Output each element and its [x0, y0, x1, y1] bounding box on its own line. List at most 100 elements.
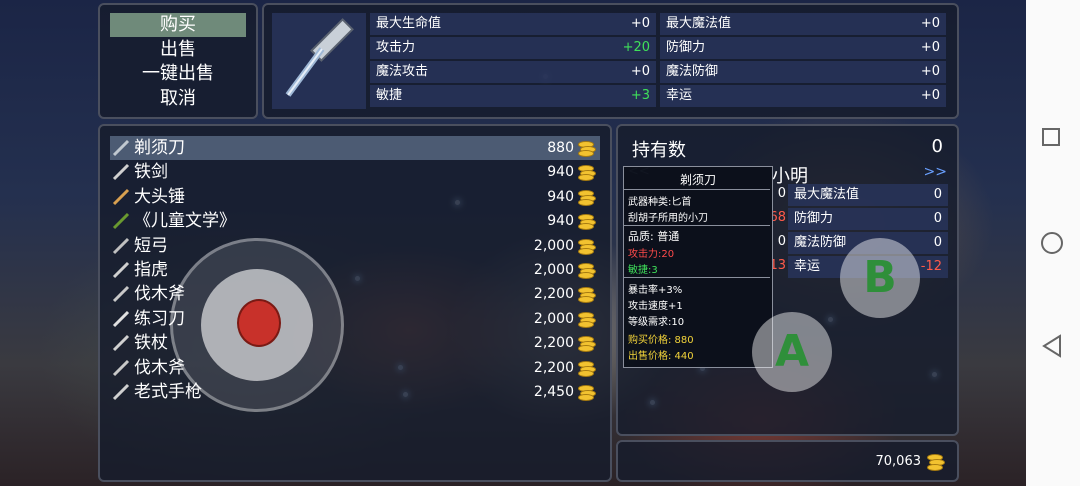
- character-stat-value: 0: [933, 235, 942, 250]
- item-stat-value: +0: [630, 16, 650, 31]
- tooltip-agi: 敏捷:3: [628, 265, 658, 276]
- next-character-button[interactable]: >>: [924, 164, 947, 180]
- gold-coin-icon: [578, 311, 596, 328]
- item-price: 940: [547, 188, 574, 205]
- tooltip-desc: 刮胡子所用的小刀: [628, 213, 708, 224]
- item-tooltip: 剃须刀 武器种类:匕首 刮胡子所用的小刀 品质: 普通 攻击力:20 敏捷:3 …: [623, 166, 773, 368]
- character-stat-label: 幸运: [794, 259, 821, 274]
- back-icon[interactable]: [1041, 334, 1063, 358]
- character-stat-label: 防御力: [794, 211, 834, 226]
- shop-item-row[interactable]: 《儿童文学》 940: [110, 209, 600, 233]
- item-icon: [112, 237, 130, 255]
- action-menu: 购买 出售 一键出售 取消: [98, 3, 258, 119]
- item-name: 铁杖: [134, 333, 168, 354]
- gold-coin-icon: [578, 336, 596, 353]
- item-stat-label: 最大生命值: [376, 16, 442, 31]
- gold-coin-icon: [927, 454, 945, 471]
- item-icon: [112, 163, 130, 181]
- item-stat-label: 最大魔法值: [666, 16, 732, 31]
- item-stat-label: 敏捷: [376, 88, 403, 103]
- item-stat-row: 幸运 +0: [660, 85, 946, 107]
- virtual-joystick[interactable]: [170, 238, 344, 412]
- recent-apps-icon[interactable]: [1042, 128, 1060, 146]
- item-icon: [112, 261, 130, 279]
- item-stat-value: +3: [630, 88, 650, 103]
- item-price: 2,000: [533, 237, 574, 254]
- item-name: 大头锤: [134, 186, 185, 207]
- b-button-label: B: [863, 252, 897, 303]
- system-nav-bar: [1026, 0, 1080, 486]
- character-stat-label: 魔法防御: [794, 235, 847, 250]
- item-icon: [112, 139, 130, 157]
- owned-count: 0: [931, 136, 943, 157]
- joystick-knob[interactable]: [201, 269, 313, 381]
- gold-coin-icon: [578, 287, 596, 304]
- gold-coin-icon: [578, 385, 596, 401]
- item-stat-value: +20: [622, 40, 650, 55]
- item-price: 2,200: [533, 335, 574, 352]
- item-price: 940: [547, 213, 574, 230]
- item-icon: [112, 212, 130, 230]
- item-price: 2,450: [533, 384, 574, 400]
- item-icon: [112, 285, 130, 303]
- item-stat-value: +0: [920, 16, 940, 31]
- item-stat-value: +0: [920, 40, 940, 55]
- gold-coin-icon: [578, 360, 596, 377]
- shop-item-list: 剃须刀 880 铁剑 940 大头锤 940 《儿童文学》 940 短弓 2,000 指虎 2,000…: [98, 124, 612, 482]
- shop-item-row[interactable]: 铁剑 940: [110, 160, 600, 184]
- sell-button[interactable]: 出售: [110, 38, 246, 62]
- item-stat-value: +0: [920, 64, 940, 79]
- item-stats-panel: 最大生命值 +0 最大魔法值 +0 攻击力 +20 防御力 +0 魔法攻击 +0 魔法防御 +0 敏捷 +…: [262, 3, 959, 119]
- item-stat-value: +0: [920, 88, 940, 103]
- item-stat-label: 攻击力: [376, 40, 416, 55]
- gold-coin-icon: [578, 214, 596, 231]
- shop-item-row[interactable]: 大头锤 940: [110, 185, 600, 209]
- cancel-button[interactable]: 取消: [110, 87, 246, 111]
- tooltip-title: 剃须刀: [679, 173, 716, 187]
- a-button[interactable]: A: [752, 312, 832, 392]
- tooltip-sell-price: 出售价格: 440: [628, 351, 694, 362]
- item-stat-row: 魔法攻击 +0: [370, 61, 656, 83]
- gold-coin-icon: [578, 263, 596, 279]
- shop-item-row[interactable]: 老式手枪 2,450: [110, 380, 600, 404]
- shop-item-row[interactable]: 短弓 2,000: [110, 234, 600, 258]
- item-price: 2,200: [533, 359, 574, 376]
- tooltip-speed: 攻击速度+1: [628, 301, 683, 312]
- item-price: 940: [547, 164, 574, 181]
- gold-coin-icon: [578, 189, 596, 206]
- sell-all-button[interactable]: 一键出售: [110, 62, 246, 86]
- item-stat-row: 魔法防御 +0: [660, 61, 946, 83]
- character-stat-row: 最大魔法值 0: [788, 184, 948, 206]
- tooltip-level: 等级需求:10: [628, 317, 685, 328]
- item-stat-label: 防御力: [666, 40, 706, 55]
- character-stat-value: 0: [933, 187, 942, 202]
- buy-button[interactable]: 购买: [110, 13, 246, 37]
- razor-icon: [285, 18, 354, 97]
- item-icon: [112, 310, 130, 328]
- item-stat-label: 魔法攻击: [376, 64, 429, 79]
- item-name: 指虎: [134, 260, 168, 280]
- item-price: 2,000: [533, 310, 574, 327]
- item-preview: [272, 13, 366, 109]
- item-name: 《儿童文学》: [134, 211, 236, 232]
- tooltip-quality: 品质: 普通: [628, 230, 680, 243]
- a-button-label: A: [774, 326, 810, 377]
- item-price: 2,200: [533, 286, 574, 303]
- tooltip-atk: 攻击力:20: [628, 249, 675, 260]
- b-button[interactable]: B: [840, 238, 920, 318]
- character-stat-label: 最大魔法值: [794, 187, 860, 202]
- character-stat-value: 0: [933, 211, 942, 226]
- item-icon: [112, 188, 130, 206]
- gold-amount: 70,063: [875, 454, 922, 469]
- tooltip-type: 武器种类:匕首: [628, 197, 692, 208]
- item-stat-value: +0: [630, 64, 650, 79]
- item-stat-row: 防御力 +0: [660, 37, 946, 59]
- item-name: 铁剑: [134, 162, 168, 183]
- item-stat-row: 敏捷 +3: [370, 85, 656, 107]
- gold-coin-icon: [578, 141, 596, 157]
- character-stat-row: 防御力 0: [788, 208, 948, 230]
- home-icon[interactable]: [1041, 232, 1063, 254]
- shop-item-row[interactable]: 剃须刀 880: [110, 136, 600, 160]
- owned-label: 持有数: [632, 140, 686, 161]
- item-price: 2,000: [533, 262, 574, 278]
